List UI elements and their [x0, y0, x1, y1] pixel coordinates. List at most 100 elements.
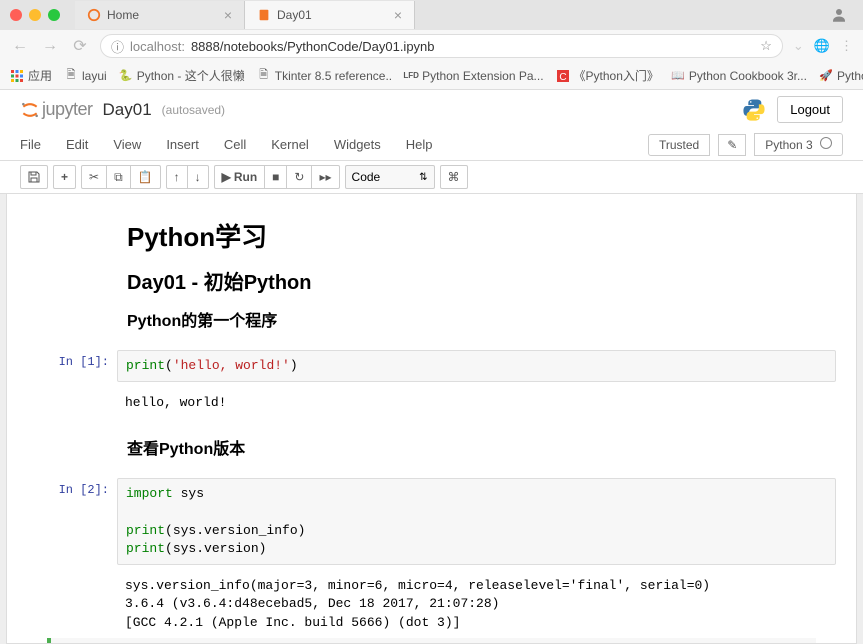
jupyter-menu: File Edit View Insert Cell Kernel Widget… — [0, 129, 863, 161]
heading-3: 查看Python版本 — [127, 435, 836, 459]
menu-help[interactable]: Help — [406, 133, 433, 156]
save-button[interactable] — [20, 165, 48, 189]
markdown-cell[interactable]: Python学习 Day01 - 初始Python Python的第一个程序 — [27, 204, 836, 344]
browser-tab-home[interactable]: Home × — [75, 1, 245, 29]
bookmark-label: Python Extension Pa... — [422, 69, 543, 83]
jupyter-brand-text: jupyter — [42, 99, 93, 120]
heading-3: Python的第一个程序 — [127, 307, 836, 331]
bookmark-star-icon[interactable]: ☆ — [760, 38, 772, 54]
book-icon: 📖 — [671, 69, 685, 83]
python-icon: 🐍 — [119, 69, 133, 83]
close-tab-icon[interactable]: × — [224, 7, 232, 23]
command-palette-button[interactable]: ⌘ — [440, 165, 468, 189]
menu-file[interactable]: File — [20, 133, 41, 156]
kernel-name[interactable]: Python 3 — [754, 133, 843, 156]
maximize-window[interactable] — [48, 9, 60, 21]
bookmarks-bar: 应用 🗎 layui 🐍 Python - 这个人很懒 🗎 Tkinter 8.… — [0, 62, 863, 90]
logout-button[interactable]: Logout — [777, 96, 843, 123]
extension-globe-icon[interactable]: 🌐 — [814, 38, 830, 54]
bookmark-python-ext[interactable]: LFD Python Extension Pa... — [404, 69, 543, 83]
tab-label: Home — [107, 8, 139, 22]
bookmark-label: Python - 这个人很懒 — [137, 67, 245, 84]
bookmark-label: 《Python入门》 — [574, 67, 659, 84]
cell-output: hello, world! — [27, 388, 836, 418]
close-tab-icon[interactable]: × — [394, 7, 402, 23]
jupyter-logo[interactable]: jupyter — [20, 99, 93, 120]
restart-button[interactable]: ↻ — [286, 165, 312, 189]
info-icon[interactable]: ⓘ — [111, 37, 124, 56]
bookmark-label: 应用 — [28, 67, 52, 84]
input-prompt: In [2]: — [27, 478, 117, 565]
notebook-filename[interactable]: Day01 — [103, 100, 152, 120]
extension-icon[interactable]: ⌄ — [793, 38, 804, 54]
bookmark-tkinter[interactable]: 🗎 Tkinter 8.5 reference.. — [257, 69, 392, 83]
code-cell-1[interactable]: In [1]: print('hello, world!') — [27, 350, 836, 382]
address-bar[interactable]: ⓘ localhost: 8888/notebooks/PythonCode/Da… — [100, 34, 783, 58]
back-button[interactable]: ← — [10, 37, 30, 55]
bookmark-label: layui — [82, 69, 107, 83]
doc-icon: 🗎 — [257, 69, 271, 83]
reload-button[interactable]: ⟳ — [70, 36, 90, 56]
forward-button[interactable]: → — [40, 37, 60, 55]
menu-view[interactable]: View — [113, 133, 141, 156]
fast-forward-button[interactable]: ▸▸ — [311, 165, 339, 189]
markdown-cell[interactable]: 查看Python版本 — [27, 418, 836, 472]
jupyter-favicon-icon — [87, 8, 101, 22]
paste-button[interactable]: 📋 — [130, 165, 161, 189]
bookmark-label: Python教程 — [837, 67, 863, 84]
menu-widgets[interactable]: Widgets — [334, 133, 381, 156]
heading-2: Day01 - 初始Python — [127, 266, 836, 295]
menu-kernel[interactable]: Kernel — [271, 133, 309, 156]
browser-chrome: Home × Day01 × ← → ⟳ ⓘ localhost: 8888/no… — [0, 0, 863, 90]
bookmark-layui[interactable]: 🗎 layui — [64, 69, 107, 83]
jupyter-app: jupyter Day01 (autosaved) Logout File Ed… — [0, 90, 863, 644]
bookmark-apps[interactable]: 应用 — [10, 67, 52, 84]
input-prompt: In [1]: — [27, 350, 117, 382]
close-window[interactable] — [10, 9, 22, 21]
cell-output: sys.version_info(major=3, minor=6, micro… — [27, 571, 836, 638]
url-host: localhost: — [130, 39, 185, 54]
python-logo-icon — [741, 97, 767, 123]
selected-cell-indicator[interactable] — [47, 638, 816, 644]
stop-button[interactable]: ■ — [264, 165, 287, 189]
heading-1: Python学习 — [127, 217, 836, 254]
kernel-indicator-icon — [820, 137, 832, 149]
code-input[interactable]: import sys print(sys.version_info) print… — [117, 478, 836, 565]
edit-icon[interactable]: ✎ — [718, 134, 746, 156]
browser-tab-day01[interactable]: Day01 × — [245, 1, 415, 29]
trusted-status[interactable]: Trusted — [648, 134, 710, 156]
bookmark-tutorial[interactable]: 🚀 Python教程 — [819, 67, 863, 84]
jupyter-header: jupyter Day01 (autosaved) Logout — [0, 90, 863, 129]
autosave-status: (autosaved) — [162, 103, 225, 117]
menu-edit[interactable]: Edit — [66, 133, 88, 156]
minimize-window[interactable] — [29, 9, 41, 21]
bookmark-cookbook[interactable]: 📖 Python Cookbook 3r... — [671, 69, 807, 83]
url-path: 8888/notebooks/PythonCode/Day01.ipynb — [191, 39, 435, 54]
notebook-favicon-icon — [257, 8, 271, 22]
doc-icon: 🗎 — [64, 69, 78, 83]
rocket-icon: 🚀 — [819, 69, 833, 83]
address-row: ← → ⟳ ⓘ localhost: 8888/notebooks/PythonC… — [0, 30, 863, 62]
code-input[interactable]: print('hello, world!') — [117, 350, 836, 382]
add-cell-button[interactable]: + — [53, 165, 76, 189]
user-profile-icon[interactable] — [830, 6, 848, 24]
bookmark-label: Python Cookbook 3r... — [689, 69, 807, 83]
menu-cell[interactable]: Cell — [224, 133, 246, 156]
tab-row: Home × Day01 × — [0, 0, 863, 30]
bookmark-python-intro[interactable]: C 《Python入门》 — [556, 67, 659, 84]
move-down-button[interactable]: ↓ — [187, 165, 209, 189]
menu-insert[interactable]: Insert — [166, 133, 199, 156]
window-controls — [10, 9, 60, 21]
svg-text:C: C — [559, 72, 566, 82]
code-cell-2[interactable]: In [2]: import sys print(sys.version_inf… — [27, 478, 836, 565]
run-button[interactable]: ▶ Run — [214, 165, 266, 189]
move-up-button[interactable]: ↑ — [166, 165, 188, 189]
notebook-body: Python学习 Day01 - 初始Python Python的第一个程序 I… — [6, 194, 857, 644]
apps-icon — [10, 69, 24, 83]
cell-type-select[interactable]: Code⇅ — [345, 165, 435, 189]
red-icon: C — [556, 69, 570, 83]
chrome-menu-icon[interactable]: ⋮ — [840, 38, 853, 54]
copy-button[interactable]: ⧉ — [106, 165, 131, 189]
cut-button[interactable]: ✂ — [81, 165, 107, 189]
bookmark-python-blog[interactable]: 🐍 Python - 这个人很懒 — [119, 67, 245, 84]
